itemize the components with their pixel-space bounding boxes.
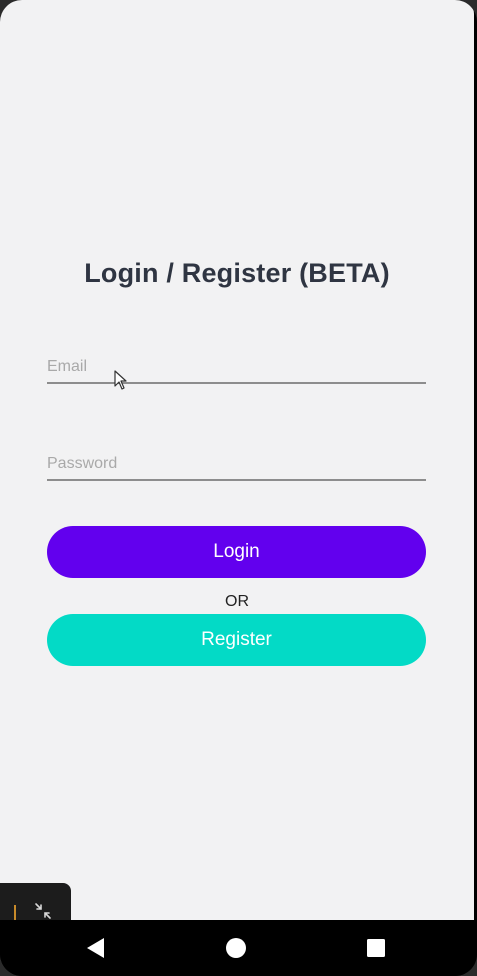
home-circle-icon[interactable]	[222, 934, 250, 962]
page-title: Login / Register (BETA)	[84, 258, 390, 288]
register-button[interactable]: Register	[47, 614, 426, 666]
back-triangle-icon[interactable]	[82, 934, 110, 962]
mouse-pointer-icon	[114, 370, 127, 390]
password-field[interactable]	[47, 451, 426, 481]
system-navigation-bar	[0, 920, 477, 976]
app-screen: Login / Register (BETA) Login OR Registe…	[0, 0, 474, 920]
recents-square-icon[interactable]	[362, 934, 390, 962]
login-button[interactable]: Login	[47, 526, 426, 578]
shrink-arrows-icon[interactable]	[34, 902, 52, 920]
email-field[interactable]	[47, 354, 426, 384]
accent-marker	[14, 905, 16, 921]
device-frame: Login / Register (BETA) Login OR Registe…	[0, 0, 477, 976]
or-separator-label: OR	[225, 593, 249, 610]
